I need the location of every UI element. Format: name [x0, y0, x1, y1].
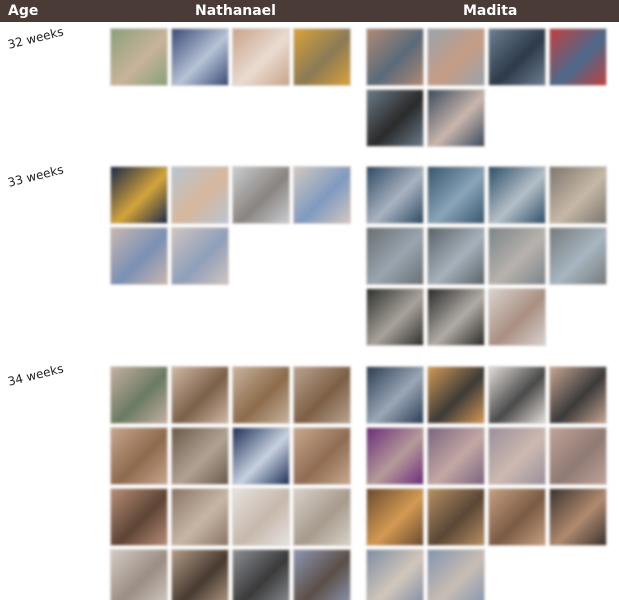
photo-thumbnail[interactable]	[171, 549, 229, 600]
age-label-34: 34 weeks	[6, 361, 65, 389]
photo-thumbnail[interactable]	[232, 28, 290, 86]
photo-thumbnail[interactable]	[549, 427, 607, 485]
photo-thumbnail[interactable]	[366, 366, 424, 424]
photo-thumbnail[interactable]	[549, 28, 607, 86]
photo-thumbnail[interactable]	[232, 366, 290, 424]
header-madita: Madita	[463, 3, 518, 19]
photo-thumbnail[interactable]	[171, 227, 229, 285]
photo-thumbnail[interactable]	[488, 28, 546, 86]
photo-thumbnail[interactable]	[549, 488, 607, 546]
photo-thumbnail[interactable]	[110, 28, 168, 86]
photo-thumbnail[interactable]	[171, 166, 229, 224]
photo-thumbnail[interactable]	[232, 488, 290, 546]
photo-thumbnail[interactable]	[427, 427, 485, 485]
photo-thumbnail[interactable]	[427, 366, 485, 424]
photo-thumbnail[interactable]	[232, 549, 290, 600]
photo-thumbnail[interactable]	[366, 89, 424, 147]
photo-thumbnail[interactable]	[171, 488, 229, 546]
photo-thumbnail[interactable]	[488, 427, 546, 485]
photo-thumbnail[interactable]	[293, 549, 351, 600]
photo-thumbnail[interactable]	[549, 166, 607, 224]
photo-thumbnail[interactable]	[488, 227, 546, 285]
photo-thumbnail[interactable]	[488, 166, 546, 224]
photo-thumbnail[interactable]	[232, 427, 290, 485]
photo-thumbnail[interactable]	[366, 28, 424, 86]
photo-thumbnail[interactable]	[488, 488, 546, 546]
photo-thumbnail[interactable]	[366, 288, 424, 346]
photo-thumbnail[interactable]	[110, 549, 168, 600]
photo-thumbnail[interactable]	[366, 227, 424, 285]
photo-thumbnail[interactable]	[427, 488, 485, 546]
photo-thumbnail[interactable]	[366, 427, 424, 485]
photo-thumbnail[interactable]	[427, 549, 485, 600]
photo-thumbnail[interactable]	[293, 488, 351, 546]
photo-thumbnail[interactable]	[110, 227, 168, 285]
table-header: Age Nathanael Madita	[0, 0, 619, 22]
photo-thumbnail[interactable]	[171, 427, 229, 485]
photo-thumbnail[interactable]	[549, 366, 607, 424]
photo-thumbnail[interactable]	[366, 549, 424, 600]
photo-thumbnail[interactable]	[366, 488, 424, 546]
photo-thumbnail[interactable]	[171, 28, 229, 86]
photo-thumbnail[interactable]	[427, 28, 485, 86]
photo-thumbnail[interactable]	[549, 227, 607, 285]
photo-thumbnail[interactable]	[232, 166, 290, 224]
photo-thumbnail[interactable]	[366, 166, 424, 224]
photo-thumbnail[interactable]	[110, 488, 168, 546]
photo-thumbnail[interactable]	[427, 288, 485, 346]
photo-thumbnail[interactable]	[427, 227, 485, 285]
age-label-32: 32 weeks	[6, 24, 65, 52]
photo-thumbnail[interactable]	[293, 427, 351, 485]
photo-thumbnail[interactable]	[488, 366, 546, 424]
photo-thumbnail[interactable]	[488, 288, 546, 346]
age-label-33: 33 weeks	[6, 162, 65, 190]
header-nathanael: Nathanael	[195, 3, 276, 19]
photo-thumbnail[interactable]	[427, 166, 485, 224]
photo-thumbnail[interactable]	[110, 427, 168, 485]
photo-thumbnail[interactable]	[110, 366, 168, 424]
header-age: Age	[8, 3, 39, 19]
photo-thumbnail[interactable]	[171, 366, 229, 424]
photo-thumbnail[interactable]	[293, 166, 351, 224]
photo-thumbnail[interactable]	[293, 366, 351, 424]
photo-thumbnail[interactable]	[110, 166, 168, 224]
photo-thumbnail[interactable]	[427, 89, 485, 147]
photo-thumbnail[interactable]	[293, 28, 351, 86]
